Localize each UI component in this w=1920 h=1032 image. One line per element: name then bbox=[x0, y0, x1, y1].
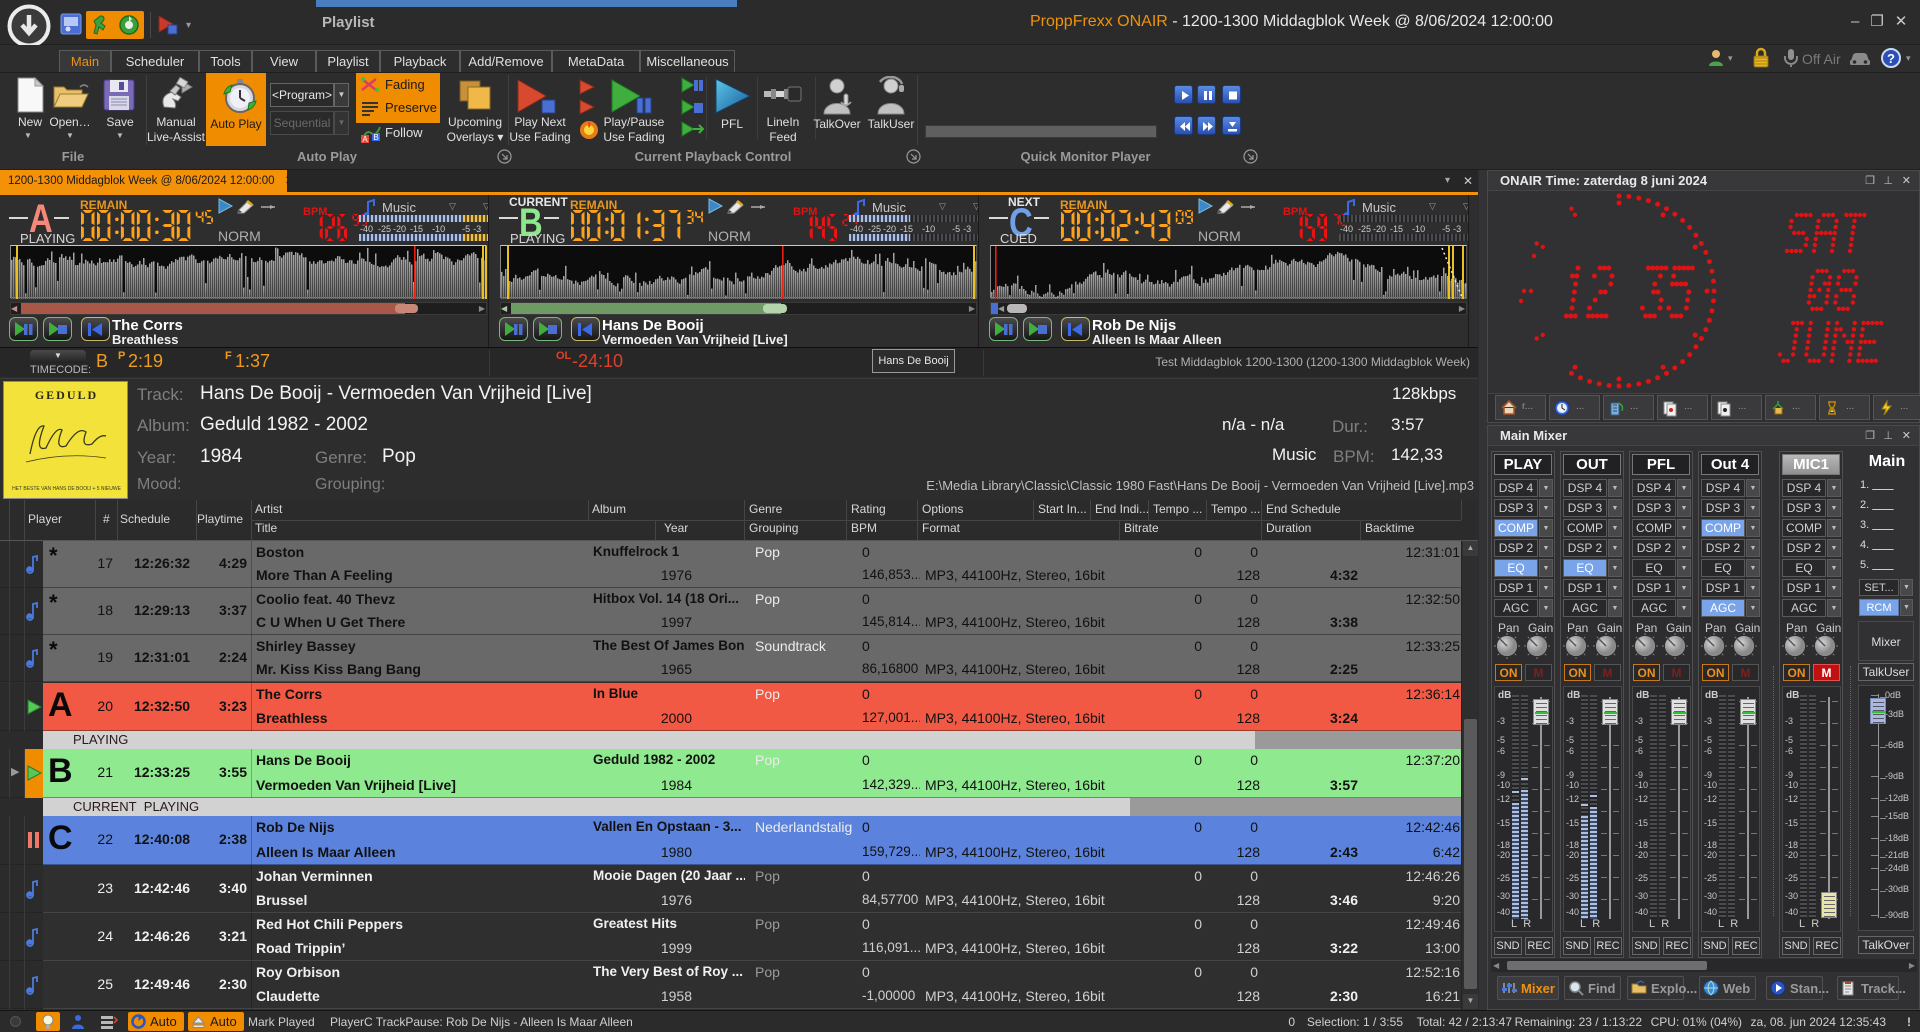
svg-text:B: B bbox=[373, 133, 378, 142]
svg-text:?: ? bbox=[1887, 51, 1895, 66]
svg-text:A: A bbox=[362, 135, 368, 143]
